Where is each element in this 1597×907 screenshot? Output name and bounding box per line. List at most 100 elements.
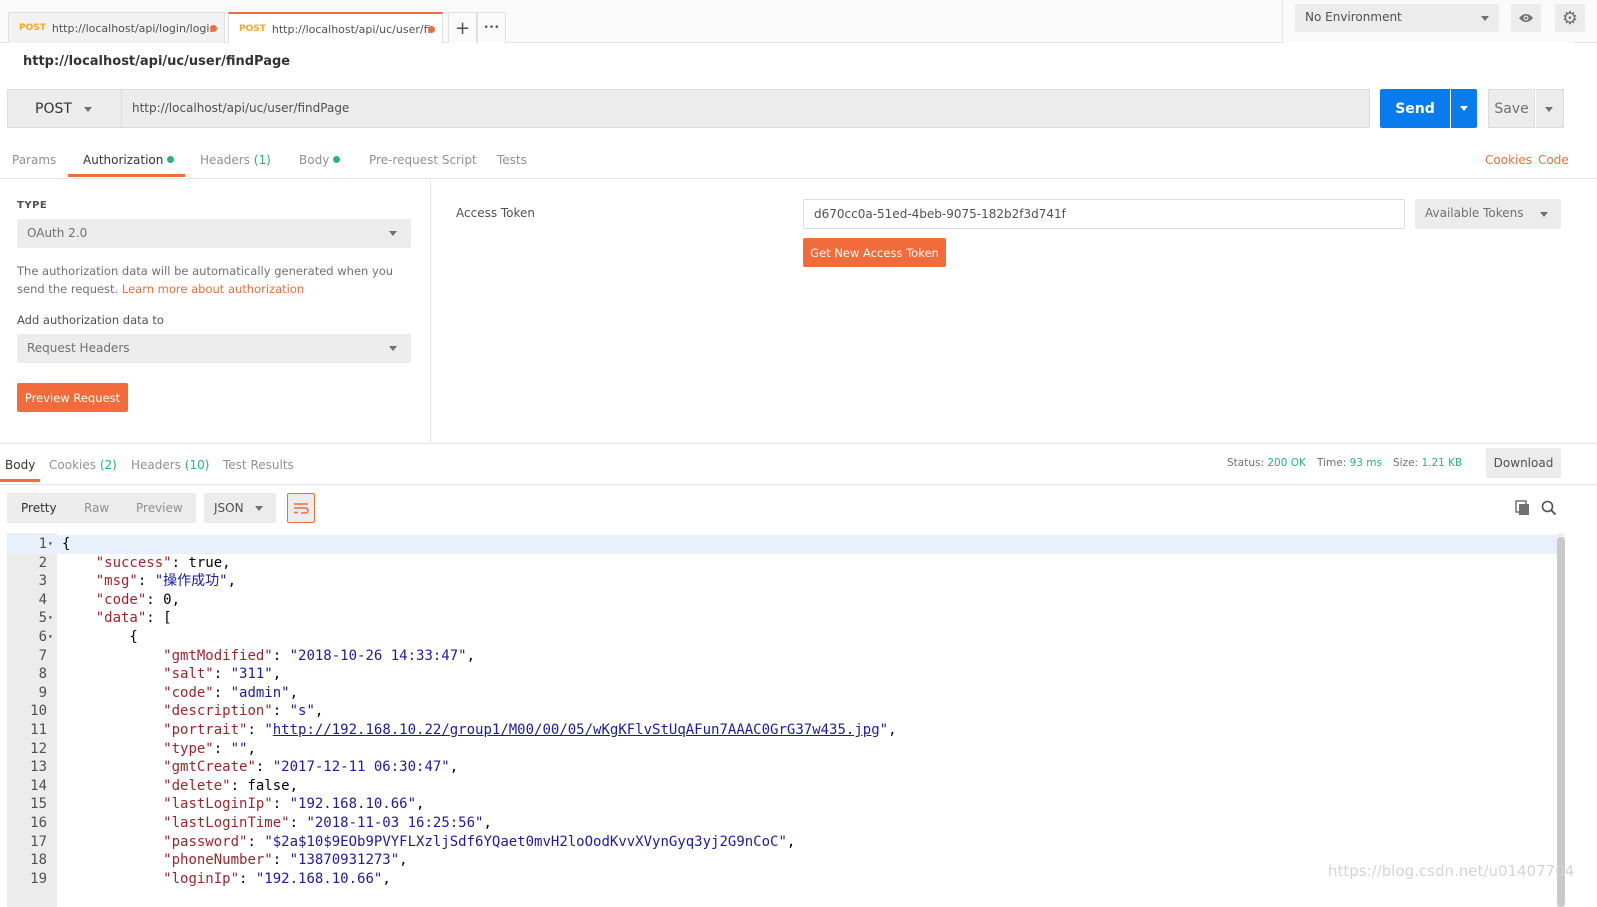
preview-request-button[interactable]: Preview Request <box>17 383 128 412</box>
tab-body-label: Body <box>299 153 330 167</box>
tab-method: POST <box>239 24 266 34</box>
line-number: 19 <box>30 870 47 887</box>
learn-more-link[interactable]: Learn more about authorization <box>122 282 304 296</box>
code-line: 4 "code": 0, <box>7 591 1557 610</box>
plus-icon: + <box>454 17 471 39</box>
method-select[interactable]: POST <box>7 89 122 128</box>
code-text: "gmtModified": "2018-10-26 14:33:47", <box>163 647 476 664</box>
unsaved-dot <box>210 25 217 32</box>
status-label: Status: <box>1227 457 1264 469</box>
request-tab-findpage[interactable]: POST http://localhost/api/uc/user/fin <box>228 12 443 44</box>
fold-toggle-icon[interactable]: ▾ <box>48 609 53 628</box>
available-tokens-label: Available Tokens <box>1425 206 1524 220</box>
tab-tests[interactable]: Tests <box>497 153 527 167</box>
watermark: https://blog.csdn.net/u01407704 <box>1328 862 1575 880</box>
fold-toggle-icon[interactable]: ▾ <box>48 628 53 647</box>
send-button[interactable]: Send <box>1380 89 1450 128</box>
active-dot <box>333 156 341 163</box>
code-line: 14 "delete": false, <box>7 777 1557 796</box>
available-tokens-select[interactable]: Available Tokens <box>1415 199 1561 229</box>
environment-selected: No Environment <box>1305 10 1402 24</box>
tab-headers[interactable]: Headers (1) <box>200 153 271 167</box>
environment-select[interactable]: No Environment <box>1295 4 1499 32</box>
response-headers-count: (10) <box>184 458 210 472</box>
code-line: 5 ▾ "data": [ <box>7 609 1557 628</box>
code-line: 7 "gmtModified": "2018-10-26 14:33:47", <box>7 647 1557 666</box>
request-tab-login[interactable]: POST http://localhost/api/login/login <box>8 12 225 43</box>
scrollbar-thumb[interactable] <box>1557 537 1565 907</box>
view-pretty[interactable]: Pretty <box>21 501 57 515</box>
response-tab-headers[interactable]: Headers (10) <box>131 458 209 472</box>
chevron-down-icon <box>1481 16 1489 21</box>
new-tab-button[interactable]: + <box>448 12 477 43</box>
cookies-link[interactable]: Cookies <box>1485 153 1532 167</box>
add-auth-to-select[interactable]: Request Headers <box>17 334 411 363</box>
response-status: Status: 200 OK <box>1227 457 1306 469</box>
cookies-count: (2) <box>99 458 117 472</box>
search-icon[interactable] <box>1541 500 1557 516</box>
code-link[interactable]: Code <box>1538 153 1569 167</box>
tab-prerequest-script[interactable]: Pre-request Script <box>369 153 477 167</box>
code-text: "portrait": "http://192.168.10.22/group1… <box>163 722 897 738</box>
request-name: http://localhost/api/uc/user/findPage <box>23 54 291 69</box>
code-line: 19 "loginIp": "192.168.10.66", <box>7 870 1557 889</box>
wrap-lines-button[interactable] <box>287 493 315 523</box>
code-text: "code": 0, <box>95 591 181 608</box>
line-number: 5 <box>38 610 47 627</box>
line-number: 12 <box>30 740 47 757</box>
chevron-down-icon <box>1540 212 1548 217</box>
line-number: 1 <box>38 536 47 552</box>
get-new-access-token-button[interactable]: Get New Access Token <box>803 238 946 267</box>
line-number: 3 <box>38 573 47 590</box>
chevron-down-icon <box>389 346 397 351</box>
line-number: 15 <box>30 796 47 813</box>
status-value: 200 OK <box>1267 457 1306 469</box>
auth-type-select[interactable]: OAuth 2.0 <box>17 219 411 248</box>
tab-params[interactable]: Params <box>12 153 56 167</box>
copy-icon[interactable] <box>1515 500 1531 516</box>
time-value: 93 ms <box>1349 457 1382 469</box>
view-raw[interactable]: Raw <box>84 501 109 515</box>
headers-count: (1) <box>253 153 271 167</box>
tab-url: http://localhost/api/login/login <box>51 21 214 35</box>
line-number: 18 <box>30 852 47 869</box>
url-input[interactable]: http://localhost/api/uc/user/findPage <box>122 89 1370 128</box>
view-preview[interactable]: Preview <box>136 501 183 515</box>
code-text: "password": "$2a$10$9EOb9PVYFLXzljSdf6YQ… <box>163 833 796 850</box>
line-number: 9 <box>38 684 47 701</box>
code-line: 10 "description": "s", <box>7 702 1557 721</box>
line-number: 4 <box>38 591 47 608</box>
tab-authorization[interactable]: Authorization <box>83 153 175 167</box>
time-label: Time: <box>1317 457 1347 469</box>
tab-options-button[interactable]: ••• <box>477 12 506 43</box>
save-options-button[interactable] <box>1536 89 1564 128</box>
settings-button[interactable]: ⚙ <box>1555 4 1585 32</box>
tab-url: http://localhost/api/uc/user/fin <box>271 22 432 36</box>
auth-description: The authorization data will be automatic… <box>17 262 412 298</box>
line-number: 11 <box>30 722 47 738</box>
fold-toggle-icon[interactable]: ▾ <box>48 535 53 554</box>
save-button[interactable]: Save <box>1488 89 1535 128</box>
code-text: "data": [ <box>95 610 172 627</box>
size-value: 1.21 KB <box>1421 457 1463 469</box>
response-body-editor[interactable]: 1 ▾{2 "success": true, 3 "msg": "操作成功", 4 "… <box>7 533 1557 907</box>
send-options-button[interactable] <box>1451 89 1477 128</box>
code-line: 12 "type": "", <box>7 740 1557 759</box>
environment-quick-look-button[interactable] <box>1511 4 1541 32</box>
code-text: "type": "", <box>163 740 256 757</box>
response-tab-cookies[interactable]: Cookies (2) <box>49 458 117 472</box>
line-number: 2 <box>38 554 47 571</box>
code-line: 18 "phoneNumber": "13870931273", <box>7 851 1557 870</box>
add-auth-to-value: Request Headers <box>27 341 130 355</box>
download-button[interactable]: Download <box>1486 448 1561 478</box>
tab-body[interactable]: Body <box>299 153 341 167</box>
response-tab-test-results[interactable]: Test Results <box>223 458 294 472</box>
more-icon: ••• <box>483 23 500 33</box>
code-text: { <box>62 629 138 645</box>
format-select[interactable]: JSON <box>204 493 276 523</box>
gear-icon: ⚙ <box>1561 7 1579 29</box>
response-size: Size: 1.21 KB <box>1393 457 1462 469</box>
response-tab-body[interactable]: Body <box>5 458 35 472</box>
response-tab-cookies-label: Cookies <box>49 458 96 472</box>
access-token-input[interactable]: d670cc0a-51ed-4beb-9075-182b2f3d741f <box>803 199 1405 229</box>
